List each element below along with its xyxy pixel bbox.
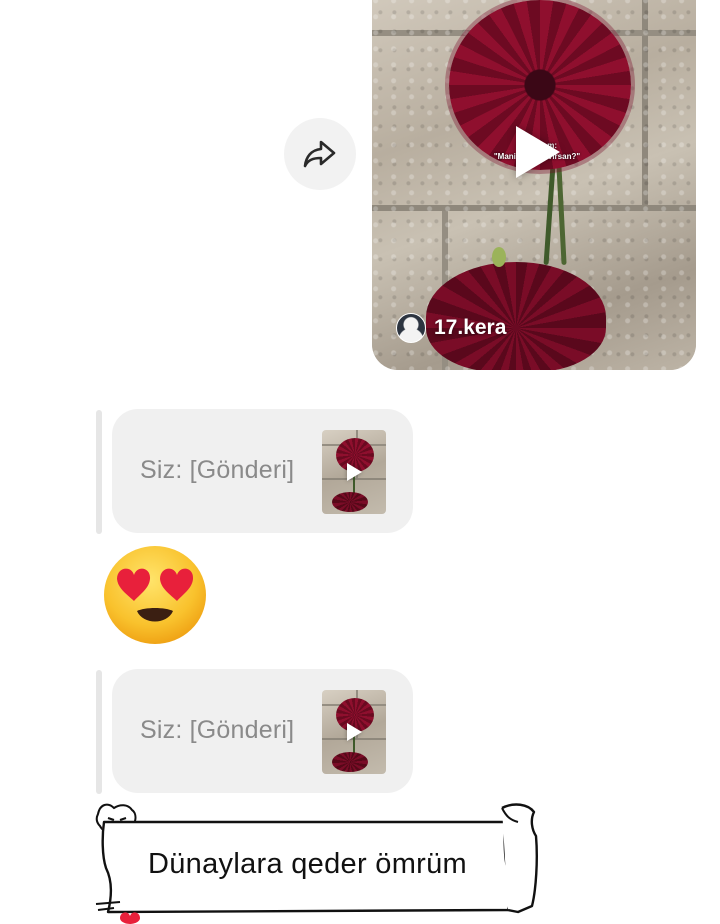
play-icon (347, 463, 362, 481)
reply-indicator-bar (96, 410, 102, 534)
thumb-flower-bottom (332, 752, 368, 772)
reply-label: Siz: [Gönderi] (140, 716, 295, 744)
post-author-name[interactable]: 17.kera (434, 316, 506, 340)
shared-post-card[interactable]: Sana ... m: "Mani na q... evirsan?" 17.k… (372, 0, 696, 370)
heart-eyes-emoji-icon (104, 546, 206, 644)
reply-bubble[interactable]: Siz: [Gönderi] (112, 669, 413, 793)
play-icon (347, 723, 362, 741)
reply-label: Siz: [Gönderi] (140, 456, 295, 484)
reply-bubble[interactable]: Siz: [Gönderi] (112, 409, 413, 533)
reply-post-thumbnail[interactable] (322, 690, 386, 774)
thumb-flower-bottom (332, 492, 368, 512)
reply-post-thumbnail[interactable] (322, 430, 386, 514)
share-arrow-icon (303, 140, 336, 168)
play-icon[interactable] (516, 126, 560, 178)
flower-bud (492, 247, 506, 267)
reply-indicator-bar (96, 670, 102, 794)
author-avatar[interactable] (396, 313, 426, 343)
share-button[interactable] (284, 118, 356, 190)
post-author-row[interactable]: 17.kera (396, 313, 506, 343)
sticker-text: Dünaylara qeder ömrüm (148, 848, 467, 880)
